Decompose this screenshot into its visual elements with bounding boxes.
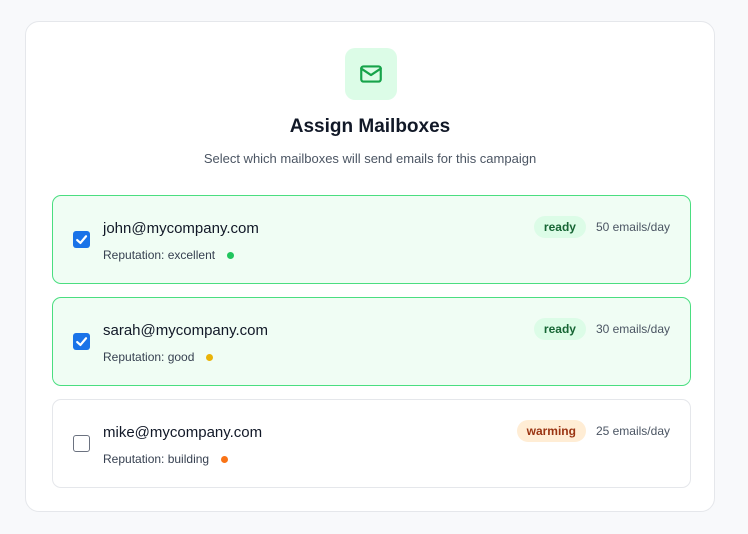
- daily-limit: 50 emails/day: [595, 220, 670, 234]
- mailbox-row-sarah[interactable]: sarah@mycompany.com Reputation: good rea…: [52, 297, 691, 386]
- status-badge: ready: [533, 318, 586, 340]
- check-icon: [76, 235, 88, 245]
- reputation-dot-icon: [221, 455, 229, 463]
- mailbox-email: john@mycompany.com: [103, 220, 259, 237]
- daily-limit: 30 emails/day: [595, 322, 670, 336]
- reputation-dot-icon: [206, 353, 214, 361]
- mailbox-row-john[interactable]: john@mycompany.com Reputation: excellent…: [52, 195, 691, 284]
- mail-icon: [345, 48, 397, 100]
- mailbox-email: sarah@mycompany.com: [103, 322, 268, 339]
- reputation-label: Reputation: good: [103, 350, 195, 364]
- mailbox-checkbox-john[interactable]: [73, 231, 90, 248]
- status-badge: warming: [516, 420, 586, 442]
- reputation-label: Reputation: excellent: [103, 248, 216, 262]
- mailbox-meta: ready 30 emails/day: [533, 318, 670, 340]
- reputation-dot-icon: [227, 251, 235, 259]
- mailbox-checkbox-mike[interactable]: [73, 435, 90, 452]
- page-subtitle: Select which mailboxes will send emails …: [203, 151, 537, 166]
- status-badge: ready: [533, 216, 586, 238]
- reputation-label: Reputation: building: [103, 452, 210, 466]
- mailbox-email: mike@mycompany.com: [103, 424, 263, 441]
- mailbox-reputation: Reputation: excellent: [103, 248, 235, 262]
- mailbox-meta: ready 50 emails/day: [533, 216, 670, 238]
- page-title: Assign Mailboxes: [289, 116, 451, 137]
- mailbox-row-mike[interactable]: mike@mycompany.com Reputation: building …: [52, 399, 691, 488]
- mailbox-reputation: Reputation: building: [103, 452, 229, 466]
- assign-mailboxes-card: Assign Mailboxes Select which mailboxes …: [25, 21, 715, 512]
- daily-limit: 25 emails/day: [595, 424, 670, 438]
- mailbox-reputation: Reputation: good: [103, 350, 214, 364]
- mailbox-checkbox-sarah[interactable]: [73, 333, 90, 350]
- check-icon: [76, 337, 88, 347]
- mailbox-meta: warming 25 emails/day: [516, 420, 670, 442]
